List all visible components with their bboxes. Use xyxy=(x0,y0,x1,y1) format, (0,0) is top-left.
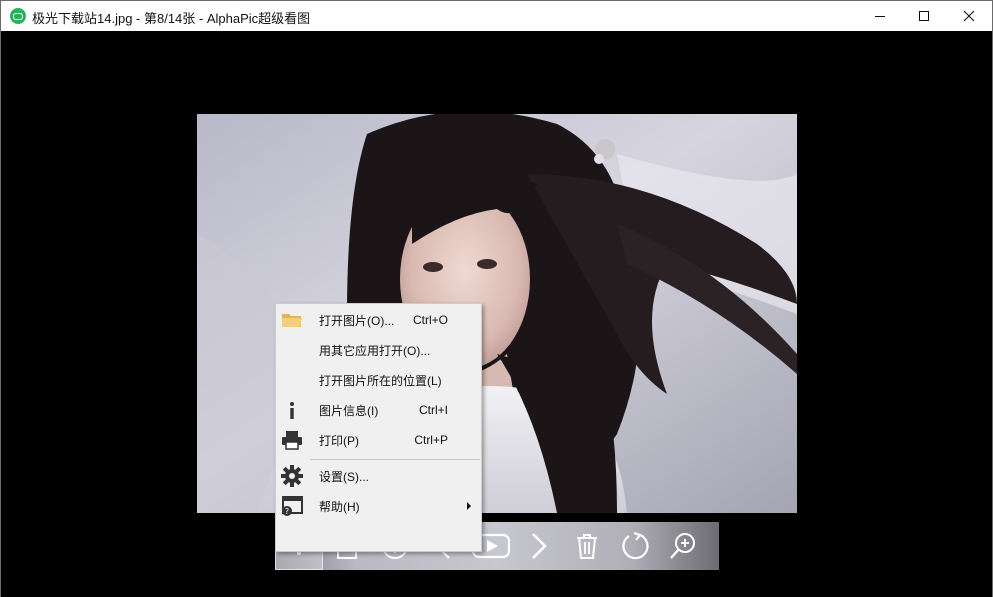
svg-text:?: ? xyxy=(285,507,289,516)
maximize-button[interactable] xyxy=(901,1,947,31)
submenu-arrow-icon xyxy=(467,502,471,510)
rotate-button[interactable] xyxy=(611,522,659,570)
menu-label: 打开图片(O)... xyxy=(319,313,395,328)
delete-button[interactable] xyxy=(563,522,611,570)
trash-icon xyxy=(577,534,597,559)
menu-shortcut: Ctrl+I xyxy=(418,403,448,417)
app-logo-icon xyxy=(10,8,26,24)
next-button[interactable] xyxy=(515,522,563,570)
menu-item-print[interactable]: 打印(P) Ctrl+P xyxy=(276,425,481,455)
window-title: 极光下载站14.jpg - 第8/14张 - AlphaPic超级看图 xyxy=(32,11,311,26)
menu-separator xyxy=(310,459,480,460)
menu-item-open-image[interactable]: 打开图片(O)... Ctrl+O xyxy=(276,305,481,335)
app-window: 极光下载站14.jpg - 第8/14张 - AlphaPic超级看图 打开图片… xyxy=(0,0,993,597)
title-bar[interactable]: 极光下载站14.jpg - 第8/14张 - AlphaPic超级看图 xyxy=(1,1,992,31)
menu-label: 图片信息(I) xyxy=(319,403,379,418)
menu-item-settings[interactable]: 设置(S)... xyxy=(276,461,481,491)
menu-item-open-location[interactable]: 打开图片所在的位置(L) xyxy=(276,365,481,395)
zoom-in-icon xyxy=(670,533,695,559)
menu-label: 打印(P) xyxy=(319,433,359,448)
context-menu: 打开图片(O)... Ctrl+O 用其它应用打开(O)... 打开图片所在的位… xyxy=(275,303,482,552)
close-button[interactable] xyxy=(946,1,992,31)
maximize-icon xyxy=(919,11,929,21)
close-icon xyxy=(963,10,975,22)
printer-icon xyxy=(280,429,304,451)
menu-item-open-with[interactable]: 用其它应用打开(O)... xyxy=(276,335,481,365)
image-viewer[interactable]: 打开图片(O)... Ctrl+O 用其它应用打开(O)... 打开图片所在的位… xyxy=(1,31,992,597)
menu-label: 打开图片所在的位置(L) xyxy=(319,373,442,388)
menu-item-image-info[interactable]: 图片信息(I) Ctrl+I xyxy=(276,395,481,425)
next-icon xyxy=(532,533,547,559)
help-window-icon: ? xyxy=(280,495,304,517)
menu-label: 设置(S)... xyxy=(319,469,369,484)
folder-icon xyxy=(280,309,304,331)
menu-label: 用其它应用打开(O)... xyxy=(319,343,431,358)
rotate-icon xyxy=(622,531,649,560)
zoom-in-button[interactable] xyxy=(659,522,707,570)
menu-item-help[interactable]: ? 帮助(H) xyxy=(276,491,481,521)
menu-label: 帮助(H) xyxy=(319,499,360,514)
minimize-icon xyxy=(875,16,885,17)
minimize-button[interactable] xyxy=(857,1,903,31)
info-letter-icon xyxy=(280,399,304,421)
menu-shortcut: Ctrl+P xyxy=(414,433,448,447)
menu-shortcut: Ctrl+O xyxy=(412,313,448,327)
gear-icon xyxy=(280,465,304,487)
